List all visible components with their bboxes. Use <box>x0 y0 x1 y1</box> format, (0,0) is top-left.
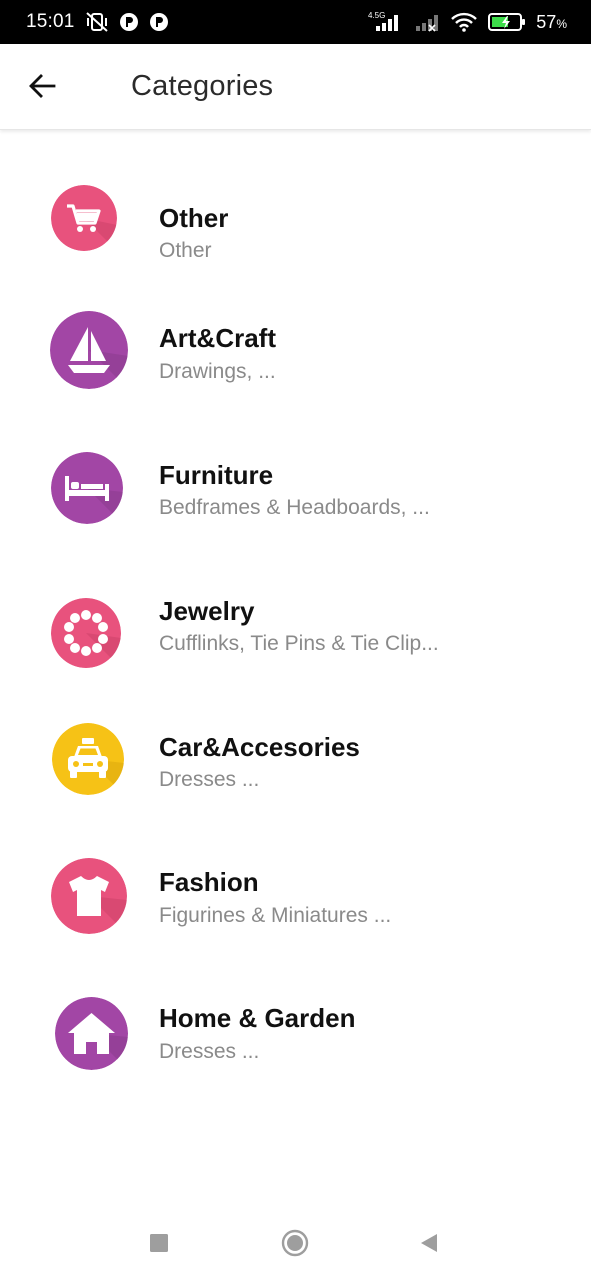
necklace-icon <box>51 598 121 668</box>
arrow-left-icon <box>28 73 56 104</box>
category-item-furniture[interactable]: Furniture Bedframes & Headboards, ... <box>0 419 591 555</box>
system-nav-bar <box>0 1210 591 1280</box>
category-item-art-craft[interactable]: Art&Craft Drawings, ... <box>0 283 591 419</box>
network-label: 4.5G <box>368 11 385 20</box>
status-time: 15:01 <box>26 11 75 32</box>
category-subtitle: Dresses ... <box>159 768 260 791</box>
cart-icon <box>51 185 117 251</box>
category-subtitle: Cufflinks, Tie Pins & Tie Clip... <box>159 632 439 655</box>
category-title: Car&Accesories <box>159 732 360 762</box>
screen: 15:01 4.5G 57% Categories Other Other Ar… <box>0 0 591 1280</box>
category-subtitle: Drawings, ... <box>159 360 276 383</box>
category-title: Furniture <box>159 460 274 490</box>
sailboat-icon <box>50 311 128 389</box>
app-notification-icon <box>149 12 169 32</box>
tshirt-icon <box>51 858 127 934</box>
taxi-icon <box>52 723 124 795</box>
category-title: Fashion <box>159 867 259 897</box>
category-item-other[interactable]: Other Other <box>0 147 591 283</box>
category-item-fashion[interactable]: Fashion Figurines & Miniatures ... <box>0 827 591 963</box>
no-signal-icon <box>414 11 440 33</box>
category-subtitle: Figurines & Miniatures ... <box>159 904 392 927</box>
bed-icon <box>51 452 123 524</box>
page-title: Categories <box>131 70 274 102</box>
category-subtitle: Bedframes & Headboards, ... <box>159 496 430 519</box>
mute-vibrate-icon <box>85 11 109 33</box>
home-icon <box>281 1229 309 1262</box>
app-bar: Categories <box>0 44 591 130</box>
wifi-icon <box>450 11 478 33</box>
battery-percent-suffix: % <box>556 16 567 31</box>
house-icon <box>55 997 128 1070</box>
category-subtitle: Dresses ... <box>159 1040 260 1063</box>
back-button[interactable] <box>20 66 64 110</box>
recent-apps-button[interactable] <box>142 1228 176 1262</box>
category-subtitle: Other <box>159 239 212 262</box>
nav-back-button[interactable] <box>412 1228 446 1262</box>
category-title: Art&Craft <box>159 323 276 353</box>
home-button[interactable] <box>278 1228 312 1262</box>
battery-percent: 57 <box>536 11 557 32</box>
app-notification-icon <box>119 12 139 32</box>
status-bar: 15:01 4.5G 57% <box>0 0 591 44</box>
category-title: Other <box>159 203 229 233</box>
battery-charging-icon <box>488 11 526 33</box>
signal-icon: 4.5G <box>368 11 404 33</box>
category-item-car-accesories[interactable]: Car&Accesories Dresses ... <box>0 691 591 827</box>
recent-apps-icon <box>149 1233 169 1258</box>
category-title: Jewelry <box>159 596 255 626</box>
category-item-home-garden[interactable]: Home & Garden Dresses ... <box>0 963 591 1099</box>
back-triangle-icon <box>418 1232 440 1259</box>
category-item-jewelry[interactable]: Jewelry Cufflinks, Tie Pins & Tie Clip..… <box>0 555 591 691</box>
category-title: Home & Garden <box>159 1003 356 1033</box>
